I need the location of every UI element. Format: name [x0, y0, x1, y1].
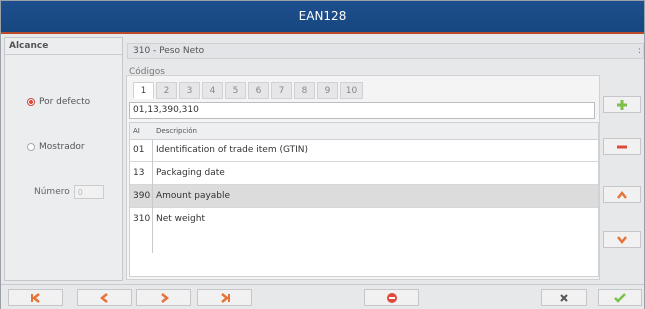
cell-ai: 310	[133, 214, 151, 224]
tab-6[interactable]: 6	[248, 82, 269, 99]
radio-default-label: Por defecto	[39, 97, 91, 107]
tab-8[interactable]: 8	[294, 82, 315, 99]
radio-selected-icon	[27, 98, 35, 106]
ai-table: AI Descripción 01 Identification of trad…	[129, 122, 599, 277]
chevron-right-icon	[160, 292, 169, 303]
radio-por-defecto[interactable]: Por defecto	[27, 97, 90, 107]
alcance-label: Alcance	[9, 41, 49, 51]
divider	[5, 54, 122, 55]
chevron-down-icon	[617, 235, 627, 244]
table-row-selected[interactable]: 390 Amount payable	[130, 185, 598, 208]
tab-4[interactable]: 4	[202, 82, 223, 99]
cancel-button[interactable]	[541, 289, 587, 306]
cell-description: Net weight	[156, 214, 206, 224]
codigos-input[interactable]: 01,13,390,310	[129, 102, 595, 119]
cell-ai: 390	[133, 191, 151, 201]
cell-description: Identification of trade item (GTIN)	[156, 145, 309, 155]
table-row[interactable]: 13 Packaging date	[130, 162, 598, 185]
numero-field-group: Número 0	[34, 185, 104, 199]
table-row[interactable]: 310 Net weight	[130, 208, 598, 230]
radio-mostrador[interactable]: Mostrador	[27, 142, 85, 152]
tab-3[interactable]: 3	[179, 82, 200, 99]
checkmark-icon	[614, 292, 626, 303]
tab-9[interactable]: 9	[317, 82, 338, 99]
numero-label: Número	[34, 187, 70, 197]
alcance-select-value: 310 - Peso Neto	[133, 46, 205, 56]
add-row-button[interactable]	[603, 96, 641, 113]
move-up-button[interactable]	[603, 186, 641, 203]
radio-unselected-icon	[27, 143, 35, 151]
delete-record-button[interactable]	[364, 289, 419, 306]
cell-ai: 01	[133, 145, 145, 155]
cell-ai: 13	[133, 168, 145, 178]
first-icon	[30, 292, 40, 303]
tab-7[interactable]: 7	[271, 82, 292, 99]
tab-1[interactable]: 1	[133, 82, 154, 99]
chevron-left-icon	[99, 292, 108, 303]
column-header-descripcion: Descripción	[156, 127, 197, 135]
window-title: EAN128	[1, 1, 644, 34]
column-divider	[152, 139, 153, 253]
move-down-button[interactable]	[603, 231, 641, 248]
plus-icon	[617, 99, 627, 110]
tab-2[interactable]: 2	[156, 82, 177, 99]
radio-show-label: Mostrador	[39, 142, 85, 152]
close-icon	[560, 293, 568, 302]
last-icon	[220, 292, 230, 303]
first-record-button[interactable]	[8, 289, 63, 306]
confirm-button[interactable]	[598, 289, 642, 306]
delete-circle-icon	[386, 292, 397, 303]
previous-record-button[interactable]	[77, 289, 132, 306]
codigos-label: Códigos	[129, 67, 165, 77]
column-header-ai: AI	[133, 127, 140, 135]
cell-description: Amount payable	[156, 191, 231, 201]
cell-description: Packaging date	[156, 168, 225, 178]
left-panel: Alcance	[4, 37, 123, 281]
last-record-button[interactable]	[197, 289, 252, 306]
minus-icon	[617, 145, 627, 148]
tab-5[interactable]: 5	[225, 82, 246, 99]
next-record-button[interactable]	[136, 289, 191, 306]
ean128-window: EAN128 Alcance Por defecto Mostrador Núm…	[0, 0, 645, 309]
table-row[interactable]: 01 Identification of trade item (GTIN)	[130, 139, 598, 162]
tab-10[interactable]: 10	[340, 82, 363, 99]
remove-row-button[interactable]	[603, 138, 641, 155]
codigos-tabs: 1 2 3 4 5 6 7 8 9 10	[133, 82, 365, 99]
alcance-select[interactable]: 310 - Peso Neto :	[127, 43, 644, 59]
numero-input[interactable]: 0	[73, 185, 104, 199]
select-arrow-icon[interactable]: :	[638, 44, 641, 58]
chevron-up-icon	[617, 190, 627, 199]
table-header: AI Descripción	[130, 123, 598, 140]
